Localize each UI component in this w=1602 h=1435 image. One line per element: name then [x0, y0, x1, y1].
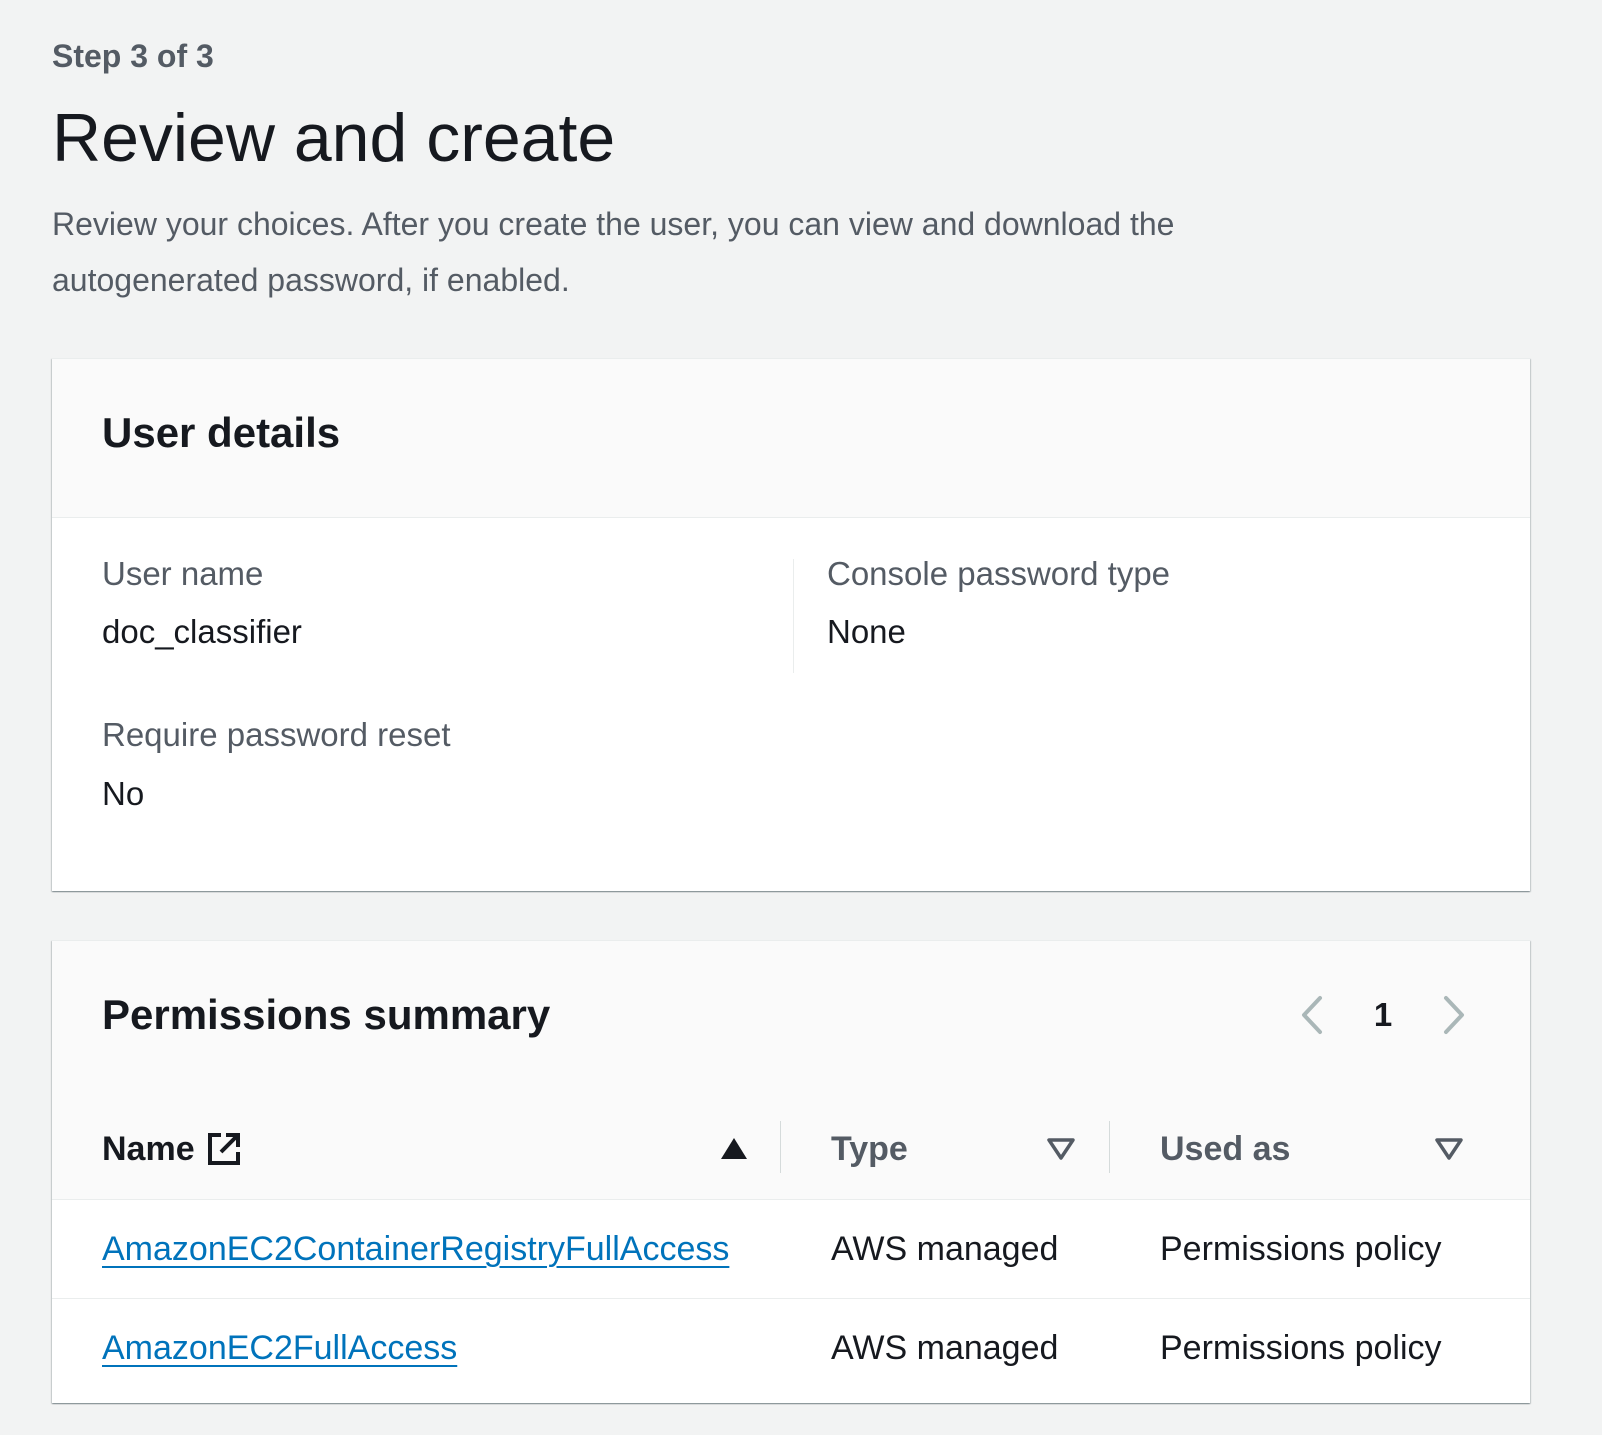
column-header-type[interactable]: Type	[831, 1099, 908, 1199]
chevron-left-icon	[1302, 996, 1322, 1034]
sort-descending-icon[interactable]	[1431, 1131, 1467, 1167]
policy-name-cell: AmazonEC2ContainerRegistryFullAccess	[102, 1200, 729, 1298]
column-header-name-label: Name	[102, 1129, 195, 1168]
console-password-type-label: Console password type	[827, 555, 1171, 592]
require-password-reset-label: Require password reset	[102, 716, 451, 753]
sort-ascending-icon[interactable]	[716, 1131, 752, 1167]
column-header-name[interactable]: Name	[102, 1099, 243, 1199]
column-separator	[780, 1121, 781, 1173]
step-indicator: Step 3 of 3	[52, 38, 214, 74]
sort-descending-icon[interactable]	[1043, 1131, 1079, 1167]
permissions-summary-title: Permissions summary	[102, 991, 551, 1038]
user-details-card: User details User name doc_classifier Co…	[52, 358, 1530, 891]
table-header: Name Type Used as	[52, 1099, 1530, 1200]
table-row: AmazonEC2FullAccess AWS managed Permissi…	[52, 1299, 1530, 1397]
policy-type-cell: AWS managed	[831, 1328, 1059, 1367]
column-header-used-as[interactable]: Used as	[1160, 1099, 1290, 1199]
user-details-title: User details	[102, 409, 341, 456]
require-password-reset-value: No	[102, 775, 145, 812]
page-description: Review your choices. After you create th…	[52, 206, 1175, 298]
policy-used-as-cell: Permissions policy	[1160, 1229, 1442, 1268]
previous-page-button[interactable]	[1292, 993, 1332, 1037]
table-row: AmazonEC2ContainerRegistryFullAccess AWS…	[52, 1200, 1530, 1299]
permissions-summary-card: Permissions summary 1 Name Type Used as …	[52, 940, 1530, 1403]
user-name-label: User name	[102, 555, 264, 592]
chevron-right-icon	[1444, 996, 1464, 1034]
policy-used-as-cell: Permissions policy	[1160, 1328, 1442, 1367]
pagination: 1	[1292, 993, 1474, 1037]
column-divider	[793, 559, 794, 673]
page-title: Review and create	[52, 100, 616, 176]
column-separator	[1109, 1121, 1110, 1173]
user-name-value: doc_classifier	[102, 613, 302, 650]
current-page-number[interactable]: 1	[1368, 996, 1398, 1034]
next-page-button[interactable]	[1434, 993, 1474, 1037]
policy-name-cell: AmazonEC2FullAccess	[102, 1299, 457, 1397]
permissions-summary-header: Permissions summary 1	[52, 941, 1530, 1100]
user-details-header: User details	[52, 359, 1530, 518]
policy-link[interactable]: AmazonEC2FullAccess	[102, 1329, 457, 1368]
console-password-type-value: None	[827, 613, 906, 650]
policy-link[interactable]: AmazonEC2ContainerRegistryFullAccess	[102, 1230, 729, 1269]
policy-type-cell: AWS managed	[831, 1229, 1059, 1268]
external-link-icon	[205, 1130, 243, 1168]
